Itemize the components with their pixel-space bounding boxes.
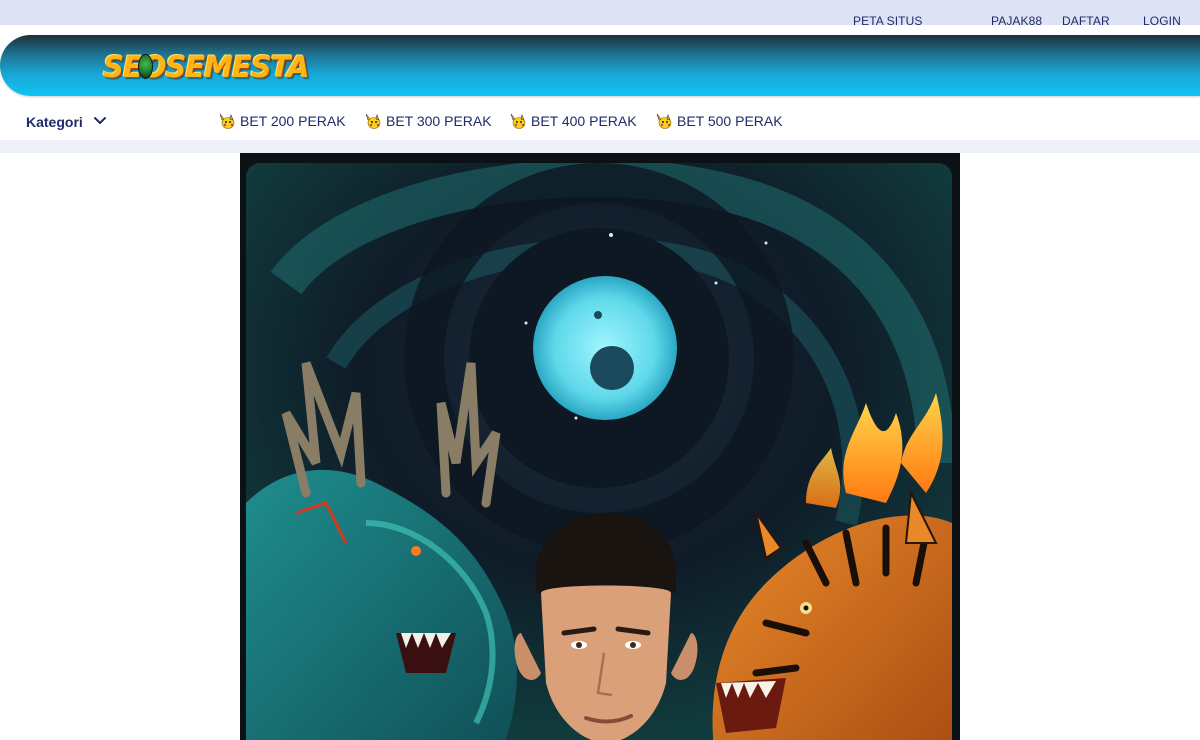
login-link[interactable]: LOGIN <box>1143 14 1181 28</box>
nav-item-bet-500[interactable]: BET 500 PERAK <box>654 111 783 131</box>
nav-item-label: BET 200 PERAK <box>240 113 346 129</box>
nav-item-bet-300[interactable]: BET 300 PERAK <box>363 111 492 131</box>
dragon-tiger-artwork <box>246 163 952 740</box>
daftar-link[interactable]: DAFTAR <box>1062 14 1110 28</box>
nav-item-label: BET 500 PERAK <box>677 113 783 129</box>
site-logo[interactable]: SEOSEMESTA <box>103 50 310 84</box>
chevron-down-icon[interactable] <box>93 113 107 127</box>
nav-divider-strip <box>0 140 1200 153</box>
nav-item-bet-400[interactable]: BET 400 PERAK <box>508 111 637 131</box>
pajak88-link[interactable]: PAJAK88 <box>991 14 1042 28</box>
hero-artwork <box>246 163 952 740</box>
nav-item-bet-200[interactable]: BET 200 PERAK <box>217 111 346 131</box>
pikachu-icon <box>365 113 381 129</box>
pikachu-icon <box>219 113 235 129</box>
kategori-dropdown[interactable]: Kategori <box>26 114 83 130</box>
pikachu-icon <box>656 113 672 129</box>
hero-banner-image[interactable] <box>240 153 960 740</box>
logo-text: SEOSEMESTA <box>103 50 310 84</box>
nav-item-label: BET 400 PERAK <box>531 113 637 129</box>
peta-situs-link[interactable]: PETA SITUS <box>853 14 922 28</box>
nav-item-label: BET 300 PERAK <box>386 113 492 129</box>
globe-icon <box>138 54 153 79</box>
pikachu-icon <box>510 113 526 129</box>
